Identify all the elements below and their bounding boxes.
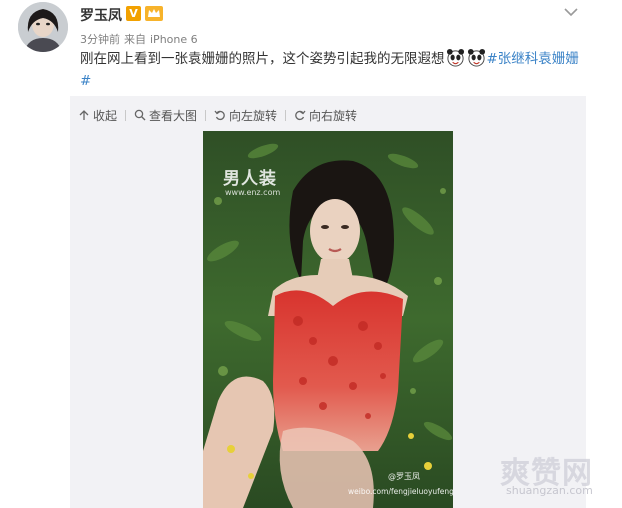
source-device[interactable]: iPhone 6 xyxy=(150,33,198,46)
image-toolbar: 收起 查看大图 向左旋转 向右旋转 xyxy=(78,107,357,123)
rotate-left-icon xyxy=(214,110,225,121)
chevron-down-icon[interactable] xyxy=(563,2,579,17)
toolbar-divider xyxy=(285,109,287,121)
panda-emoji-icon xyxy=(467,48,485,67)
rotate-left-button[interactable]: 向左旋转 xyxy=(214,107,277,124)
avatar[interactable] xyxy=(18,2,68,52)
toolbar-divider xyxy=(205,109,207,121)
toolbar-divider xyxy=(125,109,127,121)
magnifier-icon xyxy=(134,109,146,121)
collapse-label: 收起 xyxy=(93,108,118,123)
verified-v-icon: V xyxy=(126,6,141,21)
post-text: 刚在网上看到一张袁姗姗的照片，这个姿势引起我的无限遐想 #张继科袁姗姗# xyxy=(80,48,590,92)
post-meta: 3分钟前 来自 iPhone 6 xyxy=(80,31,202,47)
view-large-label: 查看大图 xyxy=(149,108,198,123)
rotate-right-icon xyxy=(295,110,306,121)
collapse-button[interactable]: 收起 xyxy=(78,107,117,124)
post-photo[interactable]: 男人装 www.enz.com @罗玉凤 weibo.com/fengjielu… xyxy=(203,131,453,508)
post-body: 刚在网上看到一张袁姗姗的照片，这个姿势引起我的无限遐想 xyxy=(80,51,445,67)
panda-emoji-icon xyxy=(446,48,464,67)
arrow-up-icon xyxy=(79,110,89,120)
post-time[interactable]: 3分钟前 xyxy=(80,33,120,46)
site-watermark-domain: shuangzan.com xyxy=(506,484,593,497)
view-large-button[interactable]: 查看大图 xyxy=(134,107,197,124)
photo-watermark-url: weibo.com/fengjieluoyufeng xyxy=(348,487,453,496)
photo-watermark-handle: @罗玉凤 xyxy=(388,472,420,481)
source-prefix: 来自 xyxy=(124,33,146,46)
rotate-right-button[interactable]: 向右旋转 xyxy=(294,107,357,124)
username[interactable]: 罗玉凤 xyxy=(80,5,122,25)
magazine-logo-url: www.enz.com xyxy=(225,188,281,197)
member-crown-icon[interactable] xyxy=(145,6,163,21)
weibo-post: 罗玉凤 V 3分钟前 来自 iPhone 6 刚在网上看到一张袁姗姗的照片，这个姿势… xyxy=(0,0,622,508)
magazine-logo: 男人装 xyxy=(223,169,277,189)
rotate-left-label: 向左旋转 xyxy=(229,108,278,123)
rotate-right-label: 向右旋转 xyxy=(309,108,358,123)
